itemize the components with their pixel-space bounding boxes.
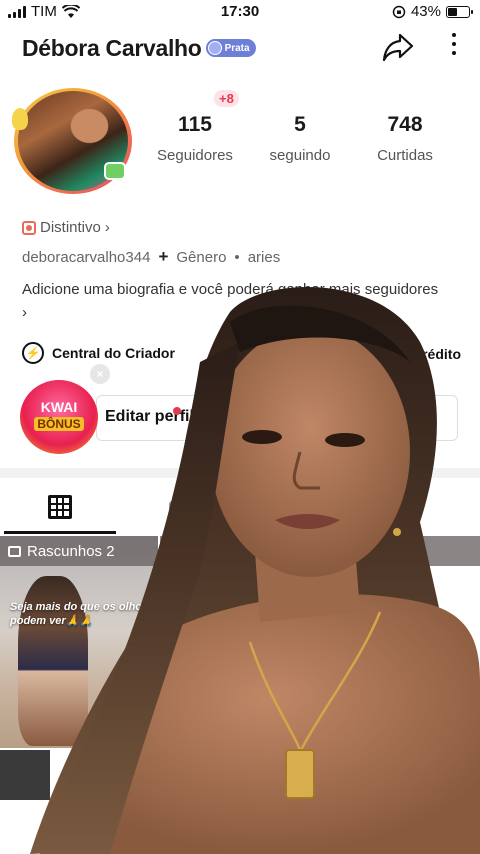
avatar-sticker-icon [12, 108, 28, 130]
chevron-right-icon: › [104, 219, 110, 236]
add-icon[interactable]: + [158, 247, 168, 267]
profile-name: Débora Carvalho [22, 34, 202, 61]
following-label: seguindo [269, 147, 331, 164]
more-icon[interactable] [450, 33, 458, 55]
separator-dot: • [234, 248, 240, 266]
battery-percent: 43% [410, 3, 441, 20]
status-right: 43% [392, 3, 473, 20]
avatar[interactable] [12, 88, 140, 196]
followers-stat[interactable]: 115 Seguidores [140, 113, 250, 164]
profile-header: Débora Carvalho Prata [22, 30, 458, 66]
battery-icon [446, 5, 473, 18]
user-info-line: deboracarvalho344 + Gênero • aries [22, 247, 280, 267]
likes-count: 748 [387, 113, 423, 136]
likes-stat[interactable]: 748 Curtidas [350, 113, 460, 164]
badge-icon [207, 41, 222, 55]
orientation-lock-icon [392, 5, 406, 18]
followers-count: 115 [178, 113, 212, 136]
followers-label: Seguidores [157, 147, 233, 164]
level-badge[interactable]: Prata [205, 39, 256, 57]
camera-overlay-photo[interactable] [0, 282, 480, 854]
distintivo-label: Distintivo [40, 219, 101, 236]
following-count: 5 [294, 113, 306, 136]
distintivo-icon [22, 220, 36, 235]
gender-label[interactable]: Gênero [176, 249, 226, 266]
badge-label: Prata [224, 42, 250, 54]
share-icon[interactable] [382, 32, 414, 62]
username: deboracarvalho344 [22, 248, 151, 266]
following-stat[interactable]: 5 seguindo [245, 113, 355, 164]
distintivo-link[interactable]: Distintivo › [22, 219, 110, 236]
camera-sticker-icon [104, 162, 126, 180]
new-followers-badge: +8 [214, 90, 239, 107]
sign-label[interactable]: aries [248, 249, 281, 266]
likes-label: Curtidas [377, 147, 433, 164]
status-bar: TIM 17:30 43% [0, 0, 480, 24]
